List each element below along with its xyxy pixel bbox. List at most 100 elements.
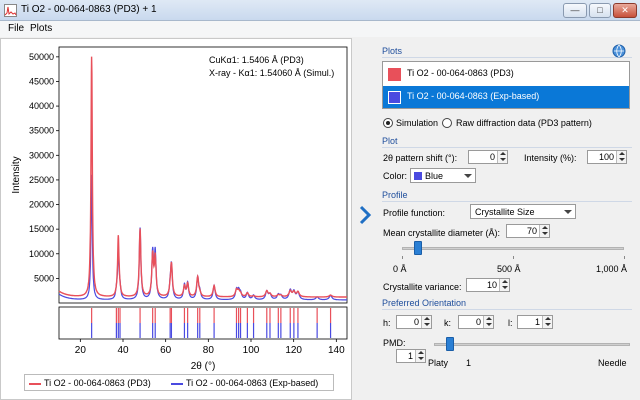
shift-spinner[interactable]: 0 bbox=[468, 150, 508, 164]
chevron-down-icon bbox=[464, 174, 472, 178]
diameter-spinner[interactable]: 70 bbox=[506, 224, 550, 238]
pmd-slider-track[interactable] bbox=[434, 343, 630, 346]
plot-list[interactable]: Ti O2 - 00-064-0863 (PD3) Ti O2 - 00-064… bbox=[382, 61, 630, 109]
k-label: k: bbox=[444, 318, 452, 328]
shift-label: 2θ pattern shift (°): bbox=[383, 153, 458, 163]
diameter-tick-1000 bbox=[624, 256, 625, 259]
color-dropdown[interactable]: Blue bbox=[410, 168, 476, 183]
variance-spinner[interactable]: 10 bbox=[466, 278, 510, 292]
plot-swatch-exp bbox=[388, 91, 401, 104]
globe-icon[interactable] bbox=[612, 44, 626, 58]
title-bar: Ti O2 - 00-064-0863 (PD3) + 1 — □ ✕ bbox=[0, 0, 640, 21]
legend-label-exp: Ti O2 - 00-064-0863 (Exp-based) bbox=[186, 378, 319, 388]
pmd-value: 1 bbox=[407, 351, 413, 361]
x-tick-label: 20 bbox=[75, 345, 87, 356]
plots-divider bbox=[382, 57, 632, 58]
plot-swatch-pd3 bbox=[388, 68, 401, 81]
series-exp-line bbox=[58, 174, 347, 301]
y-tick-label: 25000 bbox=[29, 175, 54, 185]
pmd-scale-needle: Needle bbox=[598, 358, 627, 368]
intensity-value: 100 bbox=[598, 152, 614, 162]
h-spinner[interactable]: 0 bbox=[396, 315, 432, 329]
pmd-spin-arrows[interactable] bbox=[415, 350, 425, 362]
menu-bar: File Plots bbox=[0, 21, 640, 37]
variance-label: Crystallite variance: bbox=[383, 282, 462, 292]
diameter-scale-max: 1,000 Å bbox=[596, 264, 628, 274]
reflection-tick-frame bbox=[58, 306, 348, 340]
y-tick-label: 5000 bbox=[34, 273, 54, 283]
k-spin-arrows[interactable] bbox=[483, 316, 493, 328]
plot-label-exp: Ti O2 - 00-064-0863 (Exp-based) bbox=[407, 91, 540, 101]
menu-plots[interactable]: Plots bbox=[30, 23, 52, 34]
x-tick-label: 100 bbox=[243, 345, 260, 356]
x-tick-label: 40 bbox=[117, 345, 129, 356]
pmd-scale-one: 1 bbox=[466, 358, 472, 368]
collapse-panel-arrow-icon[interactable] bbox=[358, 205, 372, 225]
series-pd3-line bbox=[58, 56, 347, 298]
y-tick-label: 40000 bbox=[29, 101, 54, 111]
close-button[interactable]: ✕ bbox=[613, 3, 637, 18]
diameter-scale-min: 0 Å bbox=[393, 264, 407, 274]
legend-label-pd3: Ti O2 - 00-064-0863 (PD3) bbox=[44, 378, 151, 388]
wavelength-annotation: CuKα1: 1.5406 Å (PD3) bbox=[209, 55, 304, 65]
pmd-label: PMD: bbox=[383, 338, 406, 348]
legend-entry-pd3: Ti O2 - 00-064-0863 (PD3) bbox=[29, 378, 151, 388]
y-tick-label: 45000 bbox=[29, 76, 54, 86]
maximize-button[interactable]: □ bbox=[589, 3, 611, 18]
intensity-spin-arrows[interactable] bbox=[616, 151, 626, 163]
simulation-label[interactable]: Simulation bbox=[396, 118, 438, 128]
y-tick-label: 15000 bbox=[29, 224, 54, 234]
xrd-chart[interactable]: 5000 10000 15000 20000 25000 30000 35000 40000 4… bbox=[1, 39, 351, 374]
minimize-button[interactable]: — bbox=[563, 3, 587, 18]
l-spin-arrows[interactable] bbox=[542, 316, 552, 328]
profile-function-dropdown[interactable]: Crystallite Size bbox=[470, 204, 576, 219]
x-tick-label: 60 bbox=[160, 345, 172, 356]
orientation-section-divider bbox=[382, 309, 632, 310]
legend-line-pd3 bbox=[29, 382, 41, 385]
intensity-spinner[interactable]: 100 bbox=[587, 150, 627, 164]
wavelength-annotation: X-ray - Kα1: 1.54060 Å (Simul.) bbox=[209, 68, 334, 78]
pmd-spinner[interactable]: 1 bbox=[396, 349, 426, 363]
k-value: 0 bbox=[475, 317, 481, 327]
variance-spin-arrows[interactable] bbox=[499, 279, 509, 291]
diameter-scale-mid: 500 Å bbox=[497, 264, 521, 274]
diameter-slider-thumb[interactable] bbox=[413, 241, 422, 255]
diameter-spin-arrows[interactable] bbox=[539, 225, 549, 237]
diameter-slider-track[interactable] bbox=[402, 247, 624, 250]
plot-area-frame bbox=[58, 46, 348, 304]
h-value: 0 bbox=[413, 317, 419, 327]
x-tick-label: 140 bbox=[328, 345, 345, 356]
orientation-section-title: Preferred Orientation bbox=[382, 298, 467, 308]
menu-file[interactable]: File bbox=[8, 23, 24, 34]
plot-list-item-pd3[interactable]: Ti O2 - 00-064-0863 (PD3) bbox=[383, 63, 629, 85]
shift-spin-arrows[interactable] bbox=[497, 151, 507, 163]
chart-legend: Ti O2 - 00-064-0863 (PD3) Ti O2 - 00-064… bbox=[24, 374, 334, 391]
profile-section-divider bbox=[382, 201, 632, 202]
plot-label-pd3: Ti O2 - 00-064-0863 (PD3) bbox=[407, 68, 514, 78]
x-tick-label: 80 bbox=[203, 345, 215, 356]
raw-data-radio[interactable] bbox=[442, 118, 452, 128]
simulation-radio[interactable] bbox=[383, 118, 393, 128]
shift-value: 0 bbox=[489, 152, 495, 162]
color-swatch bbox=[414, 172, 422, 180]
plot-list-item-exp[interactable]: Ti O2 - 00-064-0863 (Exp-based) bbox=[383, 86, 629, 108]
pmd-scale-platy: Platy bbox=[428, 358, 449, 368]
y-tick-label: 10000 bbox=[29, 249, 54, 259]
y-tick-label: 50000 bbox=[29, 52, 54, 62]
h-label: h: bbox=[383, 318, 391, 328]
app-icon bbox=[4, 4, 17, 17]
diameter-tick-500 bbox=[513, 256, 514, 259]
y-tick-label: 20000 bbox=[29, 200, 54, 210]
x-tick-label: 120 bbox=[285, 345, 302, 356]
l-spinner[interactable]: 1 bbox=[517, 315, 553, 329]
plot-section-divider bbox=[382, 147, 632, 148]
diameter-tick-0 bbox=[402, 256, 403, 259]
raw-data-label[interactable]: Raw diffraction data (PD3 pattern) bbox=[456, 118, 592, 128]
h-spin-arrows[interactable] bbox=[421, 316, 431, 328]
diameter-label: Mean crystallite diameter (Å): bbox=[383, 228, 501, 238]
pmd-slider-thumb[interactable] bbox=[445, 337, 454, 351]
k-spinner[interactable]: 0 bbox=[458, 315, 494, 329]
legend-line-exp bbox=[171, 382, 183, 385]
l-label: l: bbox=[508, 318, 513, 328]
chart-panel: 5000 10000 15000 20000 25000 30000 35000 40000 4… bbox=[0, 38, 352, 400]
